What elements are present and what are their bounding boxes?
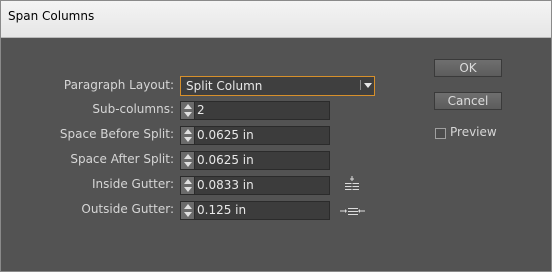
sub-columns-label: Sub-columns: — [92, 102, 174, 116]
preview-label[interactable]: Preview — [450, 125, 497, 139]
outside-gutter-label: Outside Gutter: — [81, 202, 174, 216]
span-columns-dialog: Span Columns Paragraph Layout: Sub-colum… — [0, 0, 552, 272]
paragraph-layout-value: Split Column — [186, 79, 263, 93]
outside-gutter-field — [180, 201, 330, 220]
sub-columns-input[interactable] — [197, 103, 325, 117]
space-after-stepper-icon[interactable] — [181, 152, 195, 169]
dropdown-arrow-icon[interactable] — [360, 80, 372, 90]
inside-gutter-stepper-icon[interactable] — [181, 177, 195, 194]
paragraph-layout-select[interactable]: Split Column — [180, 76, 375, 96]
space-after-split-input[interactable] — [197, 153, 325, 167]
space-before-split-input[interactable] — [197, 128, 325, 142]
outside-gutter-stepper-icon[interactable] — [181, 202, 195, 219]
ok-button[interactable]: OK — [434, 59, 502, 77]
inside-gutter-label: Inside Gutter: — [91, 177, 174, 191]
space-before-split-field — [180, 126, 330, 145]
cancel-button[interactable]: Cancel — [434, 92, 502, 110]
space-before-stepper-icon[interactable] — [181, 127, 195, 144]
inside-gutter-input[interactable] — [197, 178, 325, 192]
preview-checkbox[interactable] — [435, 128, 446, 139]
outside-gutter-input[interactable] — [197, 203, 325, 217]
space-after-split-field — [180, 151, 330, 170]
space-before-split-label: Space Before Split: — [59, 127, 174, 141]
inside-gutter-icon — [345, 176, 359, 191]
space-after-split-label: Space After Split: — [70, 152, 174, 166]
sub-columns-stepper-icon[interactable] — [181, 102, 195, 119]
label-column: Paragraph Layout: Sub-columns: Space Bef… — [9, 38, 174, 263]
dialog-title: Span Columns — [8, 9, 95, 23]
dialog-body: Paragraph Layout: Sub-columns: Space Bef… — [9, 38, 543, 263]
outside-gutter-icon — [340, 208, 365, 215]
paragraph-layout-label: Paragraph Layout: — [63, 78, 174, 92]
sub-columns-field — [180, 101, 330, 120]
inside-gutter-field — [180, 176, 330, 195]
title-bar[interactable]: Span Columns — [1, 1, 551, 38]
